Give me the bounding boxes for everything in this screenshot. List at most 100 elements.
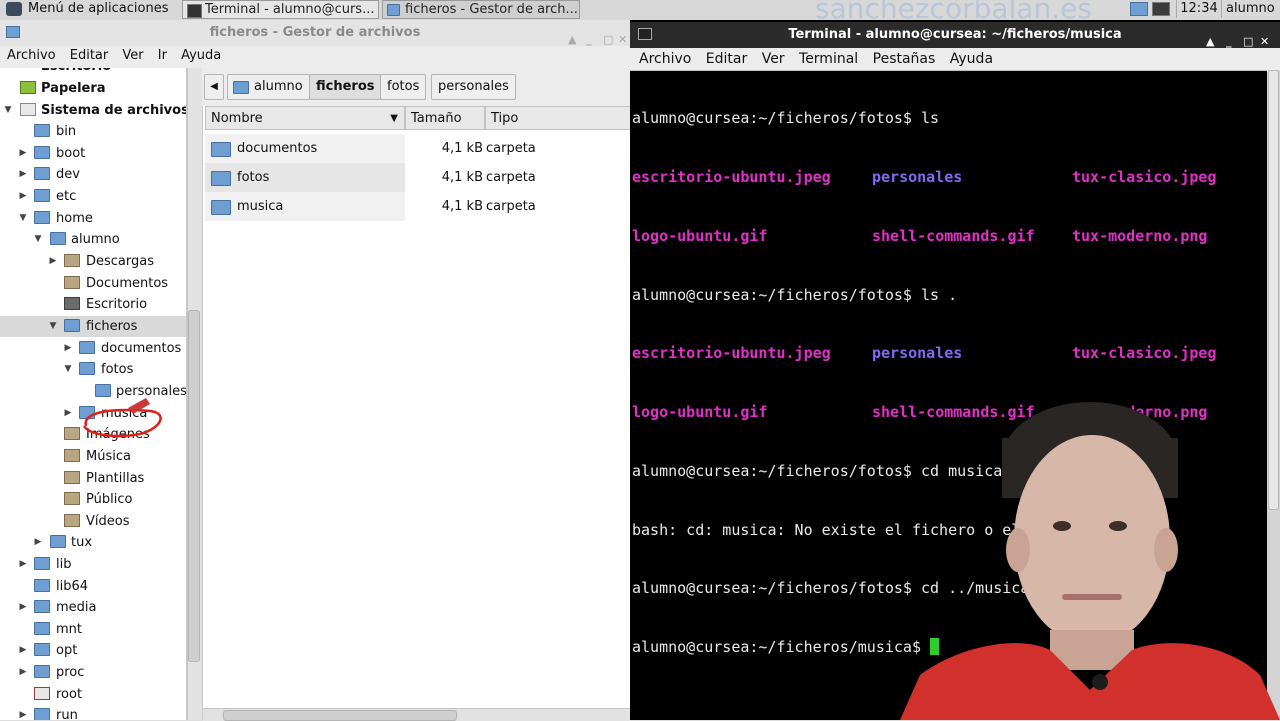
sidebar-scroll-thumb[interactable]	[188, 310, 200, 662]
tree-item-descargas[interactable]: ▶ Descargas	[0, 251, 186, 272]
table-row[interactable]: musica 4,1 kB carpeta	[205, 192, 631, 221]
menu-pestanas[interactable]: Pestañas	[873, 48, 936, 70]
chevron-down-icon[interactable]: ▼	[63, 359, 73, 380]
tree-item-lib[interactable]: ▶ lib	[0, 554, 186, 575]
drive-icon	[20, 103, 36, 116]
path-button-alumno[interactable]: alumno	[227, 74, 310, 100]
horizontal-scroll-thumb[interactable]	[223, 710, 457, 721]
chevron-right-icon[interactable]: ▶	[18, 164, 28, 185]
chevron-down-icon[interactable]: ▼	[3, 100, 13, 121]
tree-item-fotos[interactable]: ▼ fotos	[0, 359, 186, 380]
tree-item-dev[interactable]: ▶ dev	[0, 164, 186, 185]
sidebar-item-label: Escritorio	[41, 68, 111, 77]
clock[interactable]: 12:34	[1176, 0, 1222, 18]
task-file-manager[interactable]: ficheros - Gestor de arch...	[382, 0, 580, 19]
path-button-personales[interactable]: personales	[431, 74, 516, 100]
menu-ver[interactable]: Ver	[762, 48, 785, 70]
tree-item-ficheros[interactable]: ▼ ficheros	[0, 316, 186, 337]
chevron-right-icon[interactable]: ▶	[18, 662, 28, 683]
tree-item-home[interactable]: ▼ home	[0, 208, 186, 229]
sidebar-item-label: Papelera	[41, 81, 106, 96]
sidebar-item-escritorio[interactable]: Escritorio	[0, 68, 186, 77]
tree-item-label: dev	[56, 167, 80, 182]
path-back-button[interactable]: ◀	[204, 74, 224, 100]
presenter-webcam	[900, 402, 1280, 720]
chevron-right-icon[interactable]: ▶	[18, 597, 28, 618]
tree-item-etc[interactable]: ▶ etc	[0, 186, 186, 207]
tree-item-root[interactable]: root	[0, 684, 186, 705]
chevron-right-icon[interactable]: ▶	[18, 143, 28, 164]
tree-item-opt[interactable]: ▶ opt	[0, 640, 186, 661]
task-terminal[interactable]: Terminal - alumno@curs...	[182, 0, 379, 19]
path-button-ficheros[interactable]: ficheros	[309, 74, 382, 100]
tree-item-alumno[interactable]: ▼ alumno	[0, 229, 186, 250]
chevron-down-icon[interactable]: ▼	[33, 229, 43, 250]
documents-folder-icon	[64, 276, 80, 289]
path-button-fotos[interactable]: fotos	[380, 74, 427, 100]
chevron-down-icon[interactable]: ▼	[48, 316, 58, 337]
tree-item-escritorio[interactable]: Escritorio	[0, 294, 186, 315]
chevron-right-icon[interactable]: ▶	[63, 338, 73, 359]
column-label: Tipo	[491, 111, 519, 126]
tree-item-run[interactable]: ▶ run	[0, 705, 186, 720]
horizontal-scrollbar[interactable]	[203, 708, 631, 721]
column-header-type[interactable]: Tipo	[485, 106, 631, 130]
folder-icon	[34, 708, 50, 720]
chevron-right-icon[interactable]: ▶	[18, 640, 28, 661]
tree-item-publico[interactable]: Público	[0, 489, 186, 510]
menu-archivo[interactable]: Archivo	[7, 46, 56, 66]
tree-item-label: bin	[56, 124, 77, 139]
tree-item-proc[interactable]: ▶ proc	[0, 662, 186, 683]
terminal-titlebar[interactable]: Terminal - alumno@cursea: ~/ficheros/mus…	[630, 22, 1280, 48]
menu-editar[interactable]: Editar	[706, 48, 747, 70]
tree-item-boot[interactable]: ▶ boot	[0, 143, 186, 164]
path-label: alumno	[254, 79, 303, 94]
user-menu[interactable]: alumno	[1226, 0, 1275, 18]
chevron-right-icon[interactable]: ▶	[18, 554, 28, 575]
menu-ir[interactable]: Ir	[158, 46, 167, 66]
tree-item-label: run	[56, 708, 78, 720]
file-manager-titlebar[interactable]: ficheros - Gestor de archivos ▲ _ □ ✕	[0, 20, 630, 46]
terminal-icon	[187, 4, 202, 18]
tree-item-plantillas[interactable]: Plantillas	[0, 468, 186, 489]
column-header-size[interactable]: Tamaño	[405, 106, 485, 130]
chevron-right-icon[interactable]: ▶	[33, 532, 43, 553]
tree-item-label: lib64	[56, 579, 89, 594]
tree-item-documentos[interactable]: Documentos	[0, 273, 186, 294]
column-header-name[interactable]: Nombre ▼	[205, 106, 405, 130]
tree-item-label: alumno	[71, 232, 120, 247]
terminal-line: escritorio-ubuntu.jpeg personales tux-clas…	[632, 344, 1266, 364]
menu-archivo[interactable]: Archivo	[639, 48, 691, 70]
tree-item-musica-home[interactable]: Música	[0, 446, 186, 467]
tree-item-mnt[interactable]: mnt	[0, 619, 186, 640]
sidebar-item-sistema[interactable]: ▼ Sistema de archivos	[0, 100, 186, 121]
menu-ayuda[interactable]: Ayuda	[181, 46, 221, 66]
chevron-down-icon[interactable]: ▼	[18, 208, 28, 229]
table-row[interactable]: documentos 4,1 kB carpeta	[205, 134, 631, 163]
chevron-right-icon[interactable]: ▶	[18, 186, 28, 207]
tree-item-label: lib	[56, 557, 72, 572]
tree-item-tux[interactable]: ▶ tux	[0, 532, 186, 553]
menu-terminal[interactable]: Terminal	[799, 48, 858, 70]
chevron-right-icon[interactable]: ▶	[18, 705, 28, 720]
tree-item-bin[interactable]: bin	[0, 121, 186, 142]
tree-item-label: Música	[86, 449, 131, 464]
task-file-manager-label: ficheros - Gestor de arch...	[405, 2, 578, 17]
table-row[interactable]: fotos 4,1 kB carpeta	[205, 163, 631, 192]
locked-folder-icon	[34, 687, 50, 700]
app-menu-button[interactable]: Menú de aplicaciones	[0, 0, 176, 19]
trash-icon	[20, 81, 36, 94]
menu-ver[interactable]: Ver	[122, 46, 143, 66]
tree-item-lib64[interactable]: lib64	[0, 576, 186, 597]
chevron-right-icon[interactable]: ▶	[48, 251, 58, 272]
workspace-switcher[interactable]	[1128, 1, 1172, 18]
tree-item-documentos-sub[interactable]: ▶ documentos	[0, 338, 186, 359]
tree-item-media[interactable]: ▶ media	[0, 597, 186, 618]
menu-editar[interactable]: Editar	[70, 46, 109, 66]
file-entry: logo-ubuntu.gif	[632, 403, 768, 422]
menu-ayuda[interactable]: Ayuda	[950, 48, 993, 70]
folder-icon	[34, 579, 50, 592]
tree-item-videos[interactable]: Vídeos	[0, 511, 186, 532]
tree-item-label: documentos	[101, 341, 182, 356]
sidebar-item-papelera[interactable]: Papelera	[0, 78, 186, 99]
